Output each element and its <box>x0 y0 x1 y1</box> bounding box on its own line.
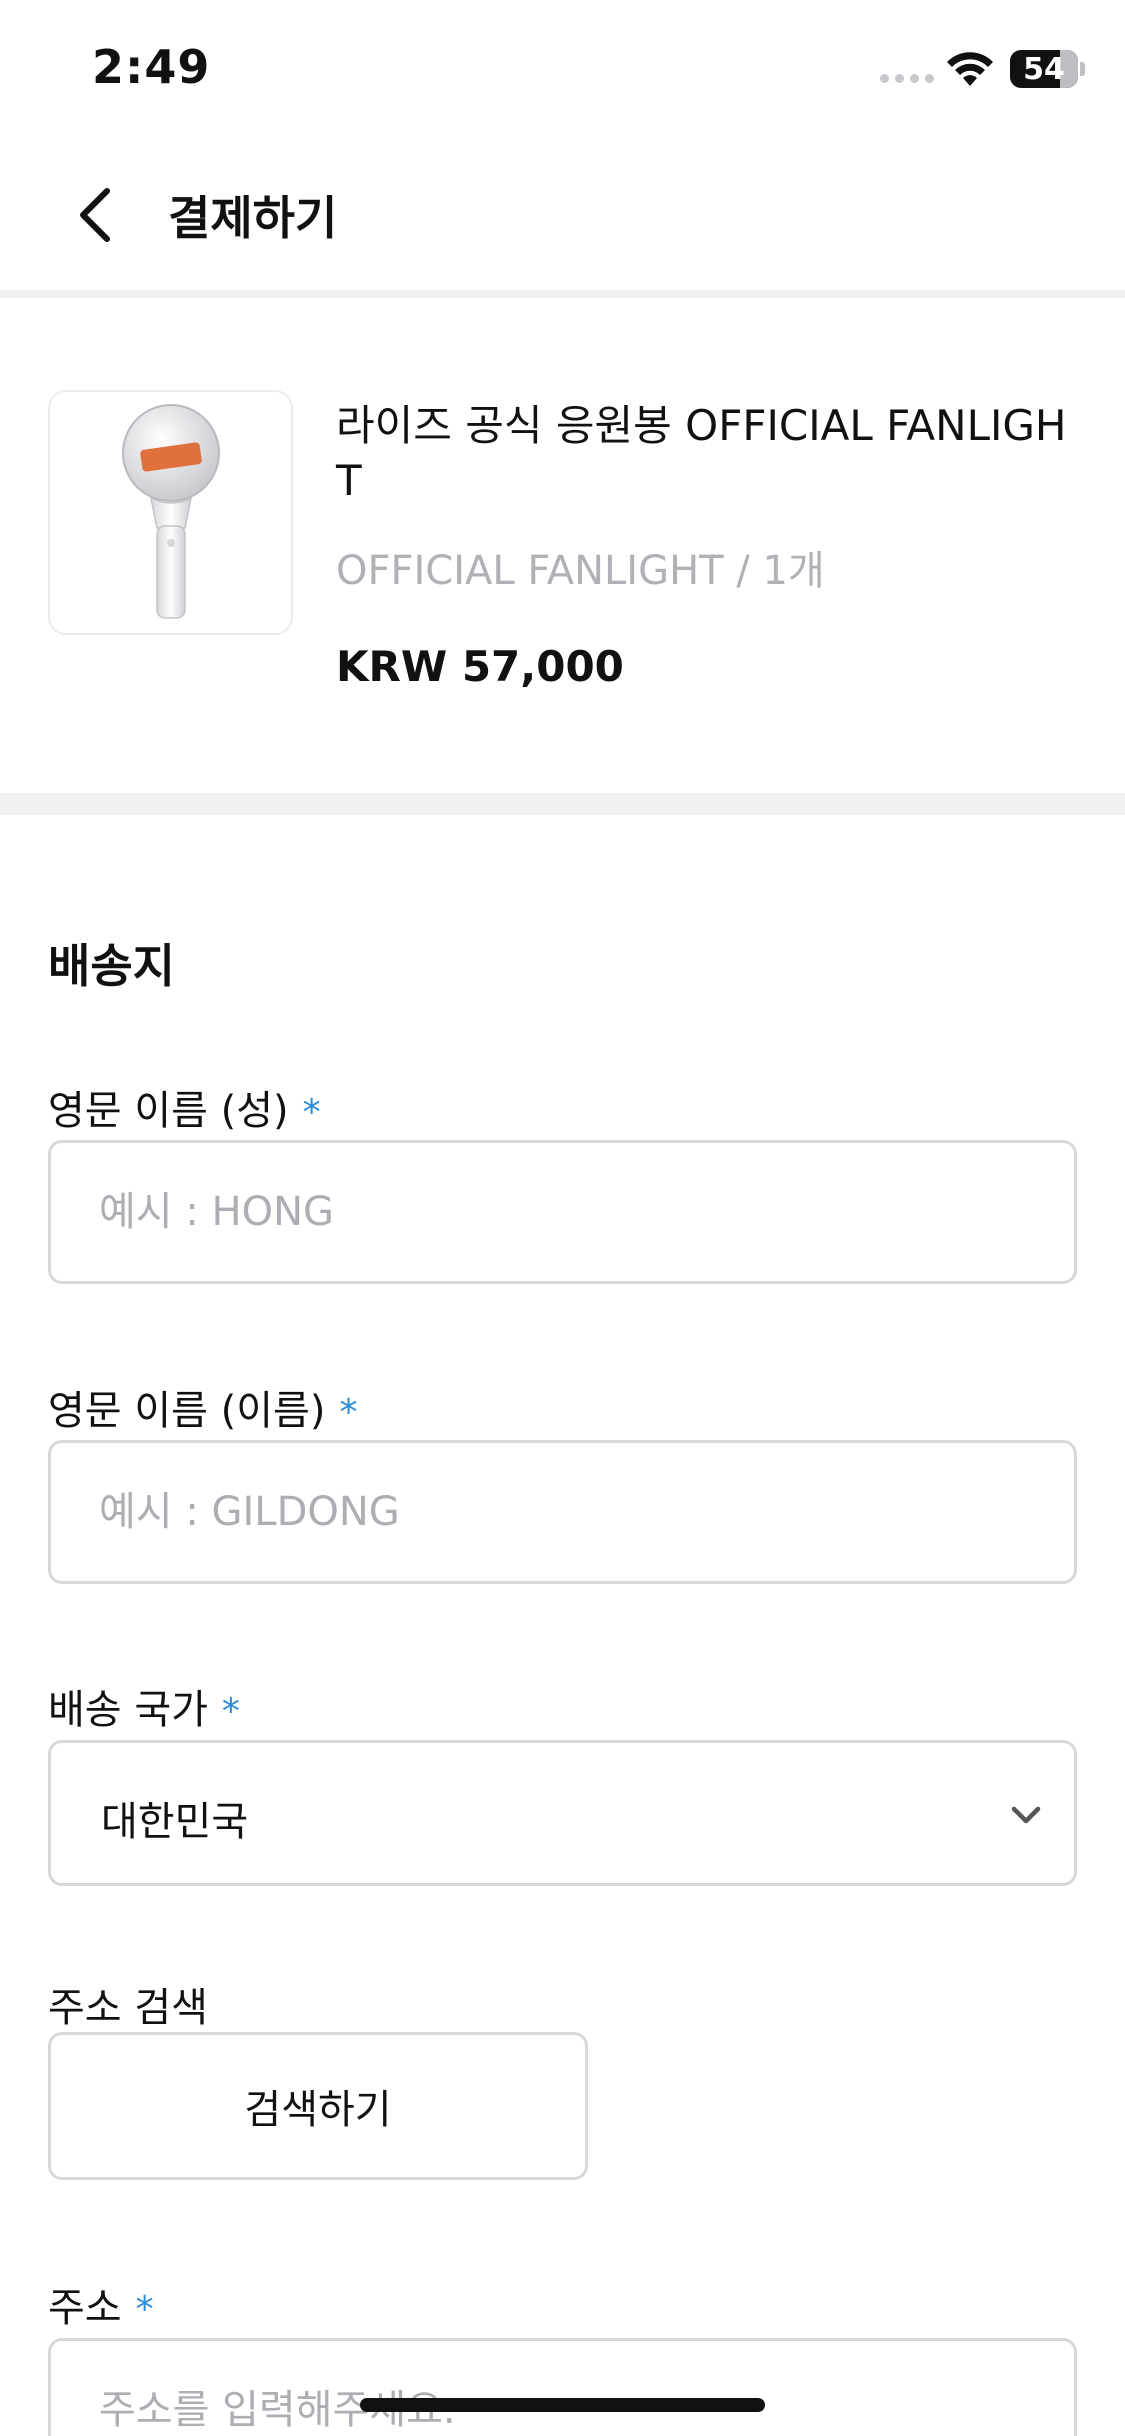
product-price: KRW 57,000 <box>336 642 624 691</box>
order-product: 라이즈 공식 응원봉 OFFICIAL FANLIGHT OFFICIAL FA… <box>0 298 1125 793</box>
last-name-label-text: 영문 이름 (성) <box>48 1088 289 1134</box>
country-label-text: 배송 국가 <box>48 1687 208 1733</box>
product-image <box>48 390 293 635</box>
address-label: 주소 * <box>48 2275 154 2333</box>
first-name-input[interactable] <box>48 1440 1077 1584</box>
back-button[interactable] <box>60 180 130 250</box>
product-option: OFFICIAL FANLIGHT / 1개 <box>336 548 825 594</box>
required-mark: * <box>302 1092 321 1133</box>
address-input[interactable] <box>48 2338 1077 2436</box>
product-name: 라이즈 공식 응원봉 OFFICIAL FANLIGHT <box>336 401 1067 505</box>
first-name-label-text: 영문 이름 (이름) <box>48 1388 326 1434</box>
header-divider <box>0 290 1125 298</box>
section-divider <box>0 793 1125 815</box>
status-bar: 2:49 54 <box>0 0 1125 140</box>
first-name-label: 영문 이름 (이름) * <box>48 1378 357 1436</box>
address-search-button[interactable]: 검색하기 <box>48 2032 588 2180</box>
address-label-text: 주소 <box>48 2285 122 2331</box>
cellular-signal-icon <box>880 74 934 83</box>
address-search-label-text: 주소 검색 <box>48 1985 208 2031</box>
last-name-label: 영문 이름 (성) * <box>48 1078 321 1136</box>
country-label: 배송 국가 * <box>48 1677 240 1735</box>
required-mark: * <box>339 1392 358 1433</box>
chevron-left-icon <box>80 188 110 242</box>
country-select-value: 대한민국 <box>101 1799 249 1845</box>
checkout-screen: 2:49 54 결제하기 라이즈 공식 응원봉 OFFICIAL FANLIGH… <box>0 0 1125 2436</box>
last-name-input[interactable] <box>48 1140 1077 1284</box>
required-mark: * <box>135 2289 154 2330</box>
status-time: 2:49 <box>92 40 211 94</box>
battery-cap <box>1080 62 1085 76</box>
fanlight-image <box>121 403 220 619</box>
country-select[interactable]: 대한민국 <box>48 1740 1077 1886</box>
battery-icon: 54 <box>1010 50 1078 88</box>
page-header: 결제하기 <box>0 140 1125 290</box>
shipping-section-title: 배송지 <box>48 939 175 993</box>
battery-level: 54 <box>1023 52 1065 87</box>
chevron-down-icon <box>1011 1806 1041 1824</box>
page-title: 결제하기 <box>168 191 338 245</box>
wifi-icon <box>947 52 993 86</box>
address-search-label: 주소 검색 <box>48 1975 208 2033</box>
home-indicator[interactable] <box>360 2398 765 2412</box>
required-mark: * <box>221 1691 240 1732</box>
